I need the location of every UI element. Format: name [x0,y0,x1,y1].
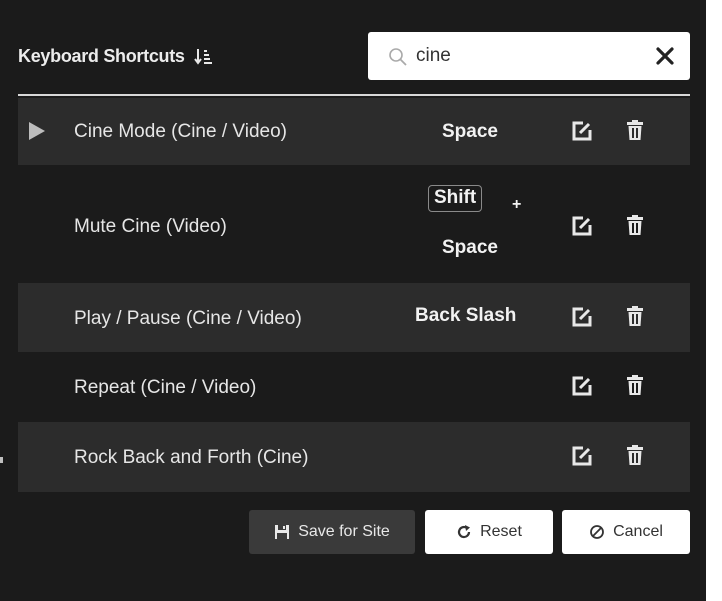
save-for-site-label: Save for Site [298,523,390,540]
panel-header: Keyboard Shortcuts [18,30,690,84]
shortcut-label: Mute Cine (Video) [74,216,227,237]
ban-icon [590,525,604,539]
cancel-label: Cancel [613,523,663,540]
shortcut-label: Rock Back and Forth (Cine) [74,447,309,468]
key-box: Shift [428,185,483,212]
search-icon [389,48,407,66]
search-input[interactable] [416,42,636,70]
cancel-button[interactable]: Cancel [562,510,690,554]
panel-title: Keyboard Shortcuts [18,46,212,67]
key-separator: + [512,196,522,213]
shortcut-row-mute-cine[interactable]: Mute Cine (Video) Shift + Space [18,165,690,283]
key-label: Space [442,121,498,142]
reset-button[interactable]: Reset [425,510,553,554]
sort-icon[interactable] [193,48,212,66]
shortcut-row-repeat[interactable]: Repeat (Cine / Video) [18,352,690,422]
trash-icon[interactable] [627,375,643,395]
floppy-disk-icon [275,525,290,539]
close-icon[interactable] [656,47,674,65]
save-for-site-button[interactable]: Save for Site [249,510,415,554]
trash-icon[interactable] [627,445,643,465]
key-label: Back Slash [415,305,517,326]
shortcut-row-play-pause[interactable]: Play / Pause (Cine / Video) Back Slash [18,283,690,352]
trash-icon[interactable] [627,120,643,140]
shortcut-label: Cine Mode (Cine / Video) [74,121,287,142]
edit-icon[interactable] [572,446,592,466]
edit-icon[interactable] [572,216,592,236]
shortcut-list: Cine Mode (Cine / Video) Space Mute Cine… [18,98,690,492]
shortcut-label: Play / Pause (Cine / Video) [74,308,302,329]
header-divider [18,94,690,96]
shortcut-row-rock-back-forth[interactable]: Rock Back and Forth (Cine) [18,422,690,492]
keyboard-shortcuts-panel: Keyboard Shortcuts cine Cine Mode (Cine … [0,0,706,601]
shortcut-row-cine-mode[interactable]: Cine Mode (Cine / Video) Space [18,98,690,165]
search-box [368,32,690,80]
edit-icon[interactable] [572,121,592,141]
panel-title-text: Keyboard Shortcuts [18,46,185,66]
key-label: Space [442,237,498,258]
edit-icon[interactable] [572,376,592,396]
shortcut-label: Repeat (Cine / Video) [74,377,257,398]
edge-marker [0,457,3,463]
trash-icon[interactable] [627,215,643,235]
reset-label: Reset [480,523,522,540]
edit-icon[interactable] [572,307,592,327]
trash-icon[interactable] [627,306,643,326]
refresh-icon [458,525,471,539]
expand-arrow-icon[interactable] [28,121,46,141]
